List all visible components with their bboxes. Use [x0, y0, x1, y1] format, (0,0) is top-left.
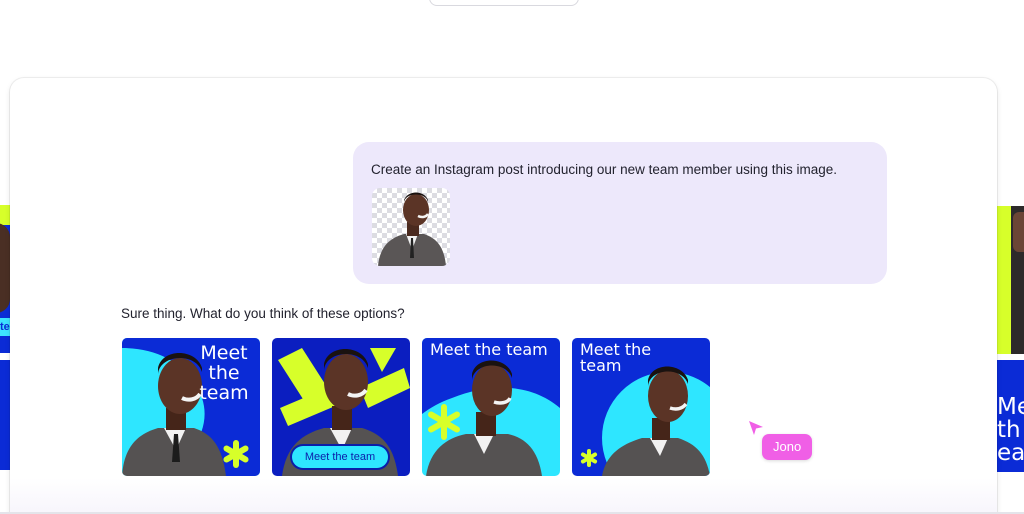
- design-option-3-title: Meet the team: [430, 340, 548, 359]
- design-option-3[interactable]: Meet the team: [422, 338, 560, 476]
- toolbar-pill[interactable]: [429, 0, 579, 6]
- bottom-fade: [10, 478, 997, 514]
- background-design-left-tag: te: [0, 318, 10, 336]
- background-design-right-text-1: Mee: [997, 394, 1024, 420]
- design-option-2[interactable]: Meet the team: [272, 338, 410, 476]
- background-design-right-text-3: ea: [997, 440, 1024, 466]
- background-design-right-text-2: th: [997, 417, 1021, 443]
- assistant-message-text: Sure thing. What do you think of these o…: [121, 306, 405, 321]
- collaborator-name-label: Jono: [762, 434, 813, 460]
- background-design-left-bottom: [0, 360, 10, 470]
- chat-card: Create an Instagram post introducing our…: [10, 78, 997, 514]
- design-option-4[interactable]: Meet the team: [572, 338, 710, 476]
- design-option-2-title: Meet the team: [292, 446, 388, 468]
- design-option-4-title: Meet the team: [580, 340, 652, 375]
- background-design-right-bottom: Mee th ea: [997, 360, 1024, 472]
- background-design-right-top: [997, 206, 1024, 354]
- design-option-1-title: Meet the team: [199, 342, 249, 404]
- design-option-1[interactable]: Meet the team: [122, 338, 260, 476]
- user-message-bubble: Create an Instagram post introducing our…: [353, 142, 887, 284]
- user-message-text: Create an Instagram post introducing our…: [371, 162, 837, 177]
- canvas-stage: te Mee th ea Create an Instagram post in…: [0, 0, 1024, 514]
- attached-image[interactable]: [372, 188, 450, 266]
- person-photo-icon: [378, 192, 446, 266]
